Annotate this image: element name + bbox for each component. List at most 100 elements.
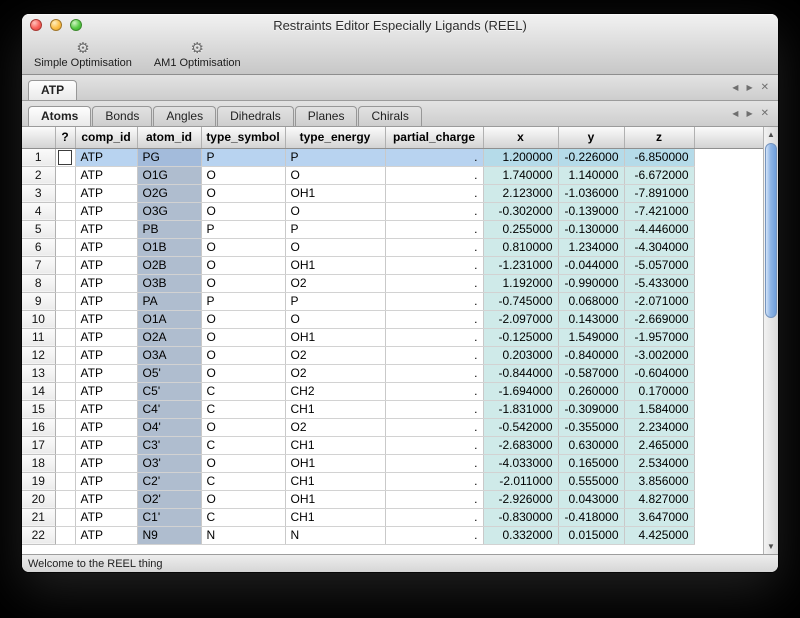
row-header[interactable]: 1 [22,148,55,166]
cell-y[interactable]: 1.140000 [558,166,624,184]
cell-flag[interactable] [55,292,75,310]
cell-y[interactable]: -0.139000 [558,202,624,220]
cell-y[interactable]: -0.130000 [558,220,624,238]
scroll-tabs-left-icon[interactable]: ◀ [732,84,738,92]
cell-y[interactable]: -0.418000 [558,508,624,526]
cell-flag[interactable] [55,454,75,472]
cell-type_energy[interactable]: OH1 [285,328,385,346]
row-header[interactable]: 18 [22,454,55,472]
cell-atom_id[interactable]: PB [137,220,201,238]
cell-y[interactable]: -1.036000 [558,184,624,202]
cell-type_symbol[interactable]: P [201,220,285,238]
row-header[interactable]: 22 [22,526,55,544]
cell-comp_id[interactable]: ATP [75,490,137,508]
cell-y[interactable]: 0.555000 [558,472,624,490]
cell-x[interactable]: -0.830000 [483,508,558,526]
cell-z[interactable]: -4.446000 [624,220,694,238]
cell-comp_id[interactable]: ATP [75,274,137,292]
cell-type_energy[interactable]: CH1 [285,508,385,526]
cell-atom_id[interactable]: O3B [137,274,201,292]
cell-type_symbol[interactable]: C [201,400,285,418]
table-row[interactable]: 10ATPO1AOO.-2.0970000.143000-2.669000 [22,310,763,328]
cell-flag[interactable] [55,256,75,274]
cell-partial_charge[interactable]: . [385,310,483,328]
column-header-type_energy[interactable]: type_energy [285,127,385,148]
column-header-x[interactable]: x [483,127,558,148]
cell-comp_id[interactable]: ATP [75,508,137,526]
cell-y[interactable]: 0.165000 [558,454,624,472]
cell-type_symbol[interactable]: O [201,238,285,256]
close-tab-icon[interactable]: ✕ [761,109,769,119]
cell-atom_id[interactable]: O1B [137,238,201,256]
cell-atom_id[interactable]: C1' [137,508,201,526]
cell-x[interactable]: -2.097000 [483,310,558,328]
cell-type_symbol[interactable]: C [201,436,285,454]
cell-comp_id[interactable]: ATP [75,454,137,472]
cell-flag[interactable] [55,148,75,166]
column-header-type_symbol[interactable]: type_symbol [201,127,285,148]
cell-z[interactable]: 0.170000 [624,382,694,400]
column-header-atom_id[interactable]: atom_id [137,127,201,148]
cell-z[interactable]: 3.856000 [624,472,694,490]
scroll-tabs-right-icon[interactable]: ▶ [746,84,752,92]
cell-partial_charge[interactable]: . [385,220,483,238]
column-header-partial_charge[interactable]: partial_charge [385,127,483,148]
cell-atom_id[interactable]: C4' [137,400,201,418]
cell-comp_id[interactable]: ATP [75,238,137,256]
cell-x[interactable]: -1.694000 [483,382,558,400]
cell-z[interactable]: 2.234000 [624,418,694,436]
table-row[interactable]: 18ATPO3'OOH1.-4.0330000.1650002.534000 [22,454,763,472]
cell-type_energy[interactable]: P [285,220,385,238]
row-header[interactable]: 8 [22,274,55,292]
cell-partial_charge[interactable]: . [385,166,483,184]
cell-x[interactable]: -2.011000 [483,472,558,490]
section-tab-chirals[interactable]: Chirals [358,106,421,126]
cell-partial_charge[interactable]: . [385,490,483,508]
cell-x[interactable]: -0.125000 [483,328,558,346]
cell-z[interactable]: -6.850000 [624,148,694,166]
table-row[interactable]: 1ATPPGPP.1.200000-0.226000-6.850000 [22,148,763,166]
cell-type_energy[interactable]: O2 [285,274,385,292]
minimize-button[interactable] [50,19,62,31]
cell-y[interactable]: 0.068000 [558,292,624,310]
cell-comp_id[interactable]: ATP [75,400,137,418]
cell-flag[interactable] [55,508,75,526]
cell-atom_id[interactable]: N9 [137,526,201,544]
cell-flag[interactable] [55,238,75,256]
cell-x[interactable]: 0.203000 [483,346,558,364]
cell-type_energy[interactable]: O [285,238,385,256]
table-row[interactable]: 12ATPO3AOO2.0.203000-0.840000-3.002000 [22,346,763,364]
table-row[interactable]: 22ATPN9NN.0.3320000.0150004.425000 [22,526,763,544]
row-header[interactable]: 5 [22,220,55,238]
table-row[interactable]: 14ATPC5'CCH2.-1.6940000.2600000.170000 [22,382,763,400]
cell-comp_id[interactable]: ATP [75,256,137,274]
toolbar-button-simple-optimisation[interactable]: ⚙Simple Optimisation [26,40,140,70]
cell-flag[interactable] [55,274,75,292]
row-header[interactable]: 16 [22,418,55,436]
cell-x[interactable]: -0.745000 [483,292,558,310]
scroll-down-button[interactable]: ▼ [764,539,778,554]
table-row[interactable]: 19ATPC2'CCH1.-2.0110000.5550003.856000 [22,472,763,490]
cell-type_symbol[interactable]: O [201,364,285,382]
cell-x[interactable]: 0.255000 [483,220,558,238]
cell-z[interactable]: -7.421000 [624,202,694,220]
column-header-y[interactable]: y [558,127,624,148]
table-row[interactable]: 13ATPO5'OO2.-0.844000-0.587000-0.604000 [22,364,763,382]
row-header[interactable]: 9 [22,292,55,310]
cell-atom_id[interactable]: O2G [137,184,201,202]
cell-flag[interactable] [55,418,75,436]
table-row[interactable]: 20ATPO2'OOH1.-2.9260000.0430004.827000 [22,490,763,508]
table-row[interactable]: 16ATPO4'OO2.-0.542000-0.3550002.234000 [22,418,763,436]
scrollbar-track[interactable] [764,142,778,539]
cell-x[interactable]: 2.123000 [483,184,558,202]
cell-flag[interactable] [55,328,75,346]
cell-z[interactable]: -2.071000 [624,292,694,310]
cell-y[interactable]: 1.549000 [558,328,624,346]
cell-type_energy[interactable]: O [285,202,385,220]
cell-atom_id[interactable]: C3' [137,436,201,454]
table-row[interactable]: 3ATPO2GOOH1.2.123000-1.036000-7.891000 [22,184,763,202]
row-header[interactable]: 12 [22,346,55,364]
cell-type_energy[interactable]: O [285,310,385,328]
cell-partial_charge[interactable]: . [385,382,483,400]
cell-z[interactable]: -5.057000 [624,256,694,274]
